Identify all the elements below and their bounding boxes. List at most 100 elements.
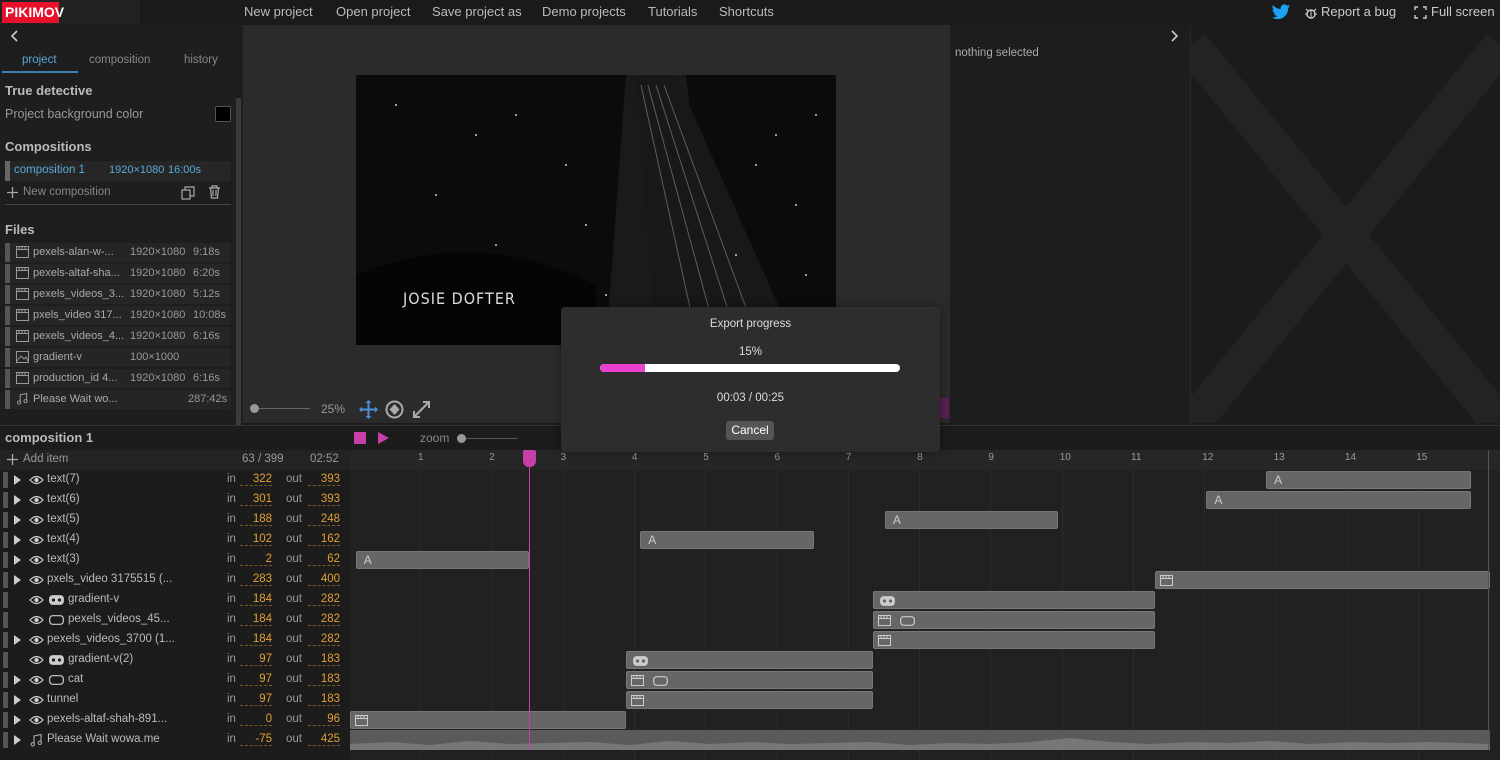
in-value[interactable]: 97 <box>240 653 272 666</box>
report-bug-link[interactable]: Report a bug <box>1321 4 1396 19</box>
in-value[interactable]: 184 <box>240 633 272 646</box>
timeline-zoom-handle[interactable] <box>457 434 466 443</box>
out-value[interactable]: 425 <box>308 733 340 746</box>
in-value[interactable]: 301 <box>240 493 272 506</box>
eye-icon[interactable] <box>29 535 44 545</box>
expand-icon[interactable] <box>412 400 431 419</box>
scrollbar[interactable] <box>236 98 241 448</box>
out-value[interactable]: 282 <box>308 633 340 646</box>
eye-icon[interactable] <box>29 575 44 585</box>
expand-arrow-icon[interactable] <box>13 735 22 745</box>
in-value[interactable]: 184 <box>240 593 272 606</box>
timeline-clip[interactable] <box>1155 571 1490 589</box>
play-icon[interactable] <box>377 431 390 445</box>
expand-arrow-icon[interactable] <box>13 695 22 705</box>
timeline-clip[interactable]: A <box>884 511 1059 529</box>
expand-arrow-icon[interactable] <box>13 715 22 725</box>
expand-arrow-icon[interactable] <box>13 575 22 585</box>
layer-row[interactable]: pexels_videos_3700 (1... in 184 out 282 <box>0 630 350 650</box>
trash-icon[interactable] <box>208 185 221 199</box>
file-row[interactable]: production_id 4... 1920×1080 6:16s <box>5 369 231 388</box>
file-row[interactable]: pexels_videos_3... 1920×1080 5:12s <box>5 285 231 304</box>
plus-icon[interactable] <box>7 454 18 465</box>
out-value[interactable]: 400 <box>308 573 340 586</box>
expand-arrow-icon[interactable] <box>13 495 22 505</box>
video-canvas[interactable]: JOSIE DOFTER <box>356 75 836 345</box>
cancel-button[interactable]: Cancel <box>726 421 774 440</box>
composition-row[interactable]: composition 1 1920×1080 16:00s <box>5 161 231 181</box>
new-composition-row[interactable]: New composition <box>5 183 231 203</box>
add-item-button[interactable]: Add item <box>23 453 68 465</box>
layer-row[interactable]: text(7) in 322 out 393 <box>0 470 350 490</box>
expand-arrow-icon[interactable] <box>13 515 22 525</box>
menu-tutorials[interactable]: Tutorials <box>648 4 697 19</box>
timeline-clip[interactable] <box>873 611 1156 629</box>
menu-new-project[interactable]: New project <box>244 4 313 19</box>
layer-row[interactable]: pexels-altaf-shah-891... in 0 out 96 <box>0 710 350 730</box>
out-value[interactable]: 282 <box>308 613 340 626</box>
in-value[interactable]: 0 <box>240 713 272 726</box>
full-screen-button[interactable]: Full screen <box>1431 4 1495 19</box>
layer-row[interactable]: text(6) in 301 out 393 <box>0 490 350 510</box>
timeline-clip[interactable] <box>625 651 874 669</box>
file-row[interactable]: gradient-v 100×1000 <box>5 348 231 367</box>
in-value[interactable]: 283 <box>240 573 272 586</box>
chevron-left-icon[interactable] <box>10 30 20 42</box>
tab-composition[interactable]: composition <box>89 54 150 66</box>
layer-row[interactable]: gradient-v in 184 out 282 <box>0 590 350 610</box>
eye-icon[interactable] <box>29 515 44 525</box>
in-value[interactable]: 184 <box>240 613 272 626</box>
playhead-handle[interactable] <box>523 450 536 467</box>
in-value[interactable]: 188 <box>240 513 272 526</box>
out-value[interactable]: 183 <box>308 653 340 666</box>
timeline-clip[interactable] <box>350 711 626 729</box>
expand-arrow-icon[interactable] <box>13 555 22 565</box>
timeline-clip[interactable]: A <box>1266 471 1471 489</box>
out-value[interactable]: 183 <box>308 693 340 706</box>
zoom-slider-handle[interactable] <box>250 404 259 413</box>
out-value[interactable]: 393 <box>308 473 340 486</box>
timeline-clip[interactable] <box>873 631 1156 649</box>
file-row[interactable]: pxels_video 317... 1920×1080 10:08s <box>5 306 231 325</box>
tab-project[interactable]: project <box>22 54 57 66</box>
eye-icon[interactable] <box>29 715 44 725</box>
layer-row[interactable]: cat in 97 out 183 <box>0 670 350 690</box>
menu-shortcuts[interactable]: Shortcuts <box>719 4 774 19</box>
timeline-clip[interactable]: A <box>355 551 530 569</box>
in-value[interactable]: 102 <box>240 533 272 546</box>
timeline-clip[interactable]: A <box>640 531 814 549</box>
bg-color-swatch[interactable] <box>215 106 231 122</box>
tab-history[interactable]: history <box>184 54 218 66</box>
expand-arrow-icon[interactable] <box>13 675 22 685</box>
eye-icon[interactable] <box>29 475 44 485</box>
in-value[interactable]: 97 <box>240 673 272 686</box>
eye-icon[interactable] <box>29 615 44 625</box>
menu-save-project-as[interactable]: Save project as <box>432 4 522 19</box>
duplicate-icon[interactable] <box>181 186 195 200</box>
timeline-clip[interactable] <box>625 691 874 709</box>
expand-arrow-icon[interactable] <box>13 475 22 485</box>
timeline-clip[interactable] <box>625 671 874 689</box>
zoom-slider-track[interactable] <box>255 408 310 409</box>
layer-row[interactable]: Please Wait wowa.me in -75 out 425 <box>0 730 350 750</box>
menu-open-project[interactable]: Open project <box>336 4 410 19</box>
in-value[interactable]: 97 <box>240 693 272 706</box>
layer-row[interactable]: pexels_videos_45... in 184 out 282 <box>0 610 350 630</box>
menu-demo-projects[interactable]: Demo projects <box>542 4 626 19</box>
layer-row[interactable]: text(3) in 2 out 62 <box>0 550 350 570</box>
audio-clip[interactable] <box>350 730 1490 750</box>
out-value[interactable]: 282 <box>308 593 340 606</box>
layer-row[interactable]: tunnel in 97 out 183 <box>0 690 350 710</box>
layer-row[interactable]: text(5) in 188 out 248 <box>0 510 350 530</box>
timeline-clip[interactable]: A <box>1206 491 1471 509</box>
out-value[interactable]: 183 <box>308 673 340 686</box>
anchor-tool-icon[interactable] <box>385 400 404 419</box>
eye-icon[interactable] <box>29 555 44 565</box>
chevron-right-icon[interactable] <box>1169 30 1179 42</box>
expand-arrow-icon[interactable] <box>13 635 22 645</box>
eye-icon[interactable] <box>29 675 44 685</box>
layer-row[interactable]: gradient-v(2) in 97 out 183 <box>0 650 350 670</box>
timeline-zoom-track[interactable] <box>460 438 518 439</box>
out-value[interactable]: 96 <box>308 713 340 726</box>
timeline-clip[interactable] <box>873 591 1156 609</box>
